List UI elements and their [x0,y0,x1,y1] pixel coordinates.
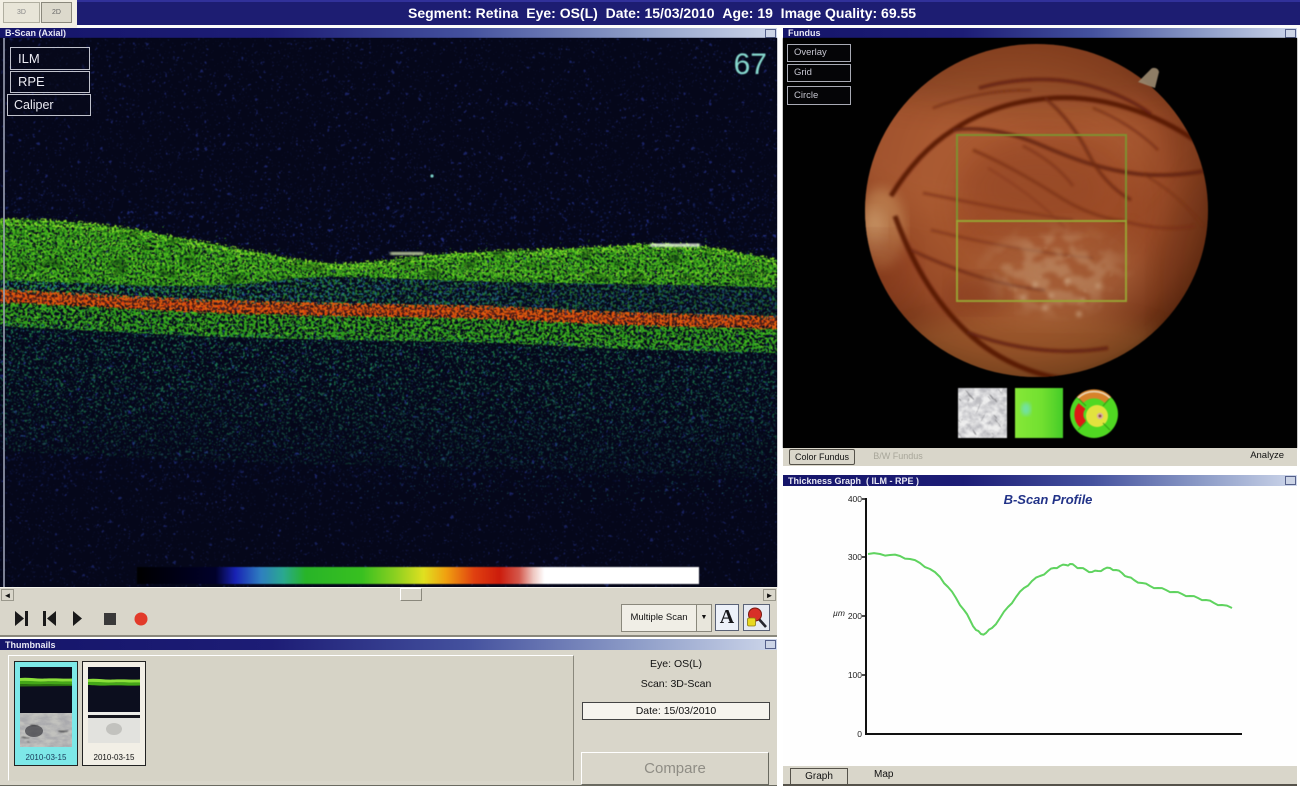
svg-text:100: 100 [848,670,862,680]
svg-text:0: 0 [857,729,862,739]
svg-text:B-Scan Profile: B-Scan Profile [1004,492,1093,507]
svg-text:400: 400 [848,494,862,504]
svg-text:200: 200 [848,611,862,621]
svg-text:µm: µm [833,608,845,618]
svg-text:300: 300 [848,552,862,562]
svg-text:67: 67 [734,48,767,81]
